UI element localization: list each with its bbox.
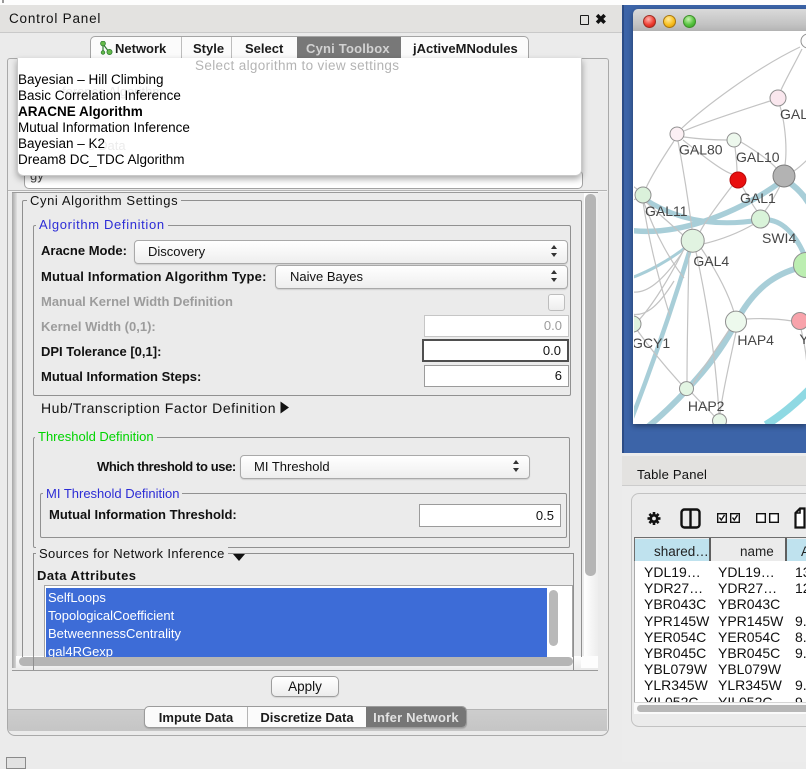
svg-text:GAL4: GAL4 (693, 253, 729, 269)
svg-text:GAL11: GAL11 (645, 203, 688, 219)
svg-text:GAL1: GAL1 (740, 190, 776, 206)
svg-text:Y: Y (799, 331, 806, 347)
svg-text:GCY1: GCY1 (634, 335, 670, 351)
svg-text:HAP2: HAP2 (688, 398, 725, 414)
svg-text:GAL2: GAL2 (780, 106, 806, 122)
svg-text:SWI4: SWI4 (762, 230, 796, 246)
svg-text:GAL10: GAL10 (736, 149, 780, 165)
svg-text:GAL80: GAL80 (679, 142, 723, 158)
svg-text:HAP4: HAP4 (737, 332, 774, 348)
